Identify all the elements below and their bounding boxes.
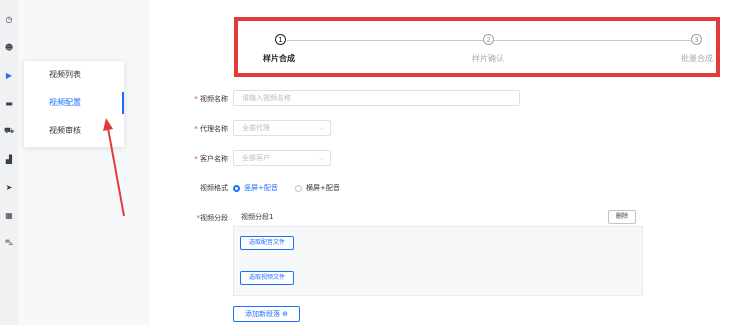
segment-title: 视频分段1 [241,213,274,221]
select-video-button[interactable]: 选取视频文件 [240,271,294,285]
send-icon[interactable]: ➤ [4,182,14,192]
step-connector-2 [494,40,691,41]
video-icon[interactable]: ▶ [4,70,14,80]
secondary-column [18,0,150,325]
bus-icon[interactable]: ⛍ [4,238,14,248]
factory-icon[interactable]: ▟ [4,154,14,164]
step-2-circle: 2 [483,34,494,45]
icon-rail: ◷ ☻ ▶ ▬ ⛟ ▟ ➤ ▦ ⛍ [0,0,19,325]
customer-select[interactable]: 全部客户 ⌵ [233,150,331,166]
briefcase-icon[interactable]: ▬ [4,98,14,108]
agent-name-label: * 代理名称 [194,125,228,133]
segment-header [233,206,643,227]
chevron-down-icon: ⌵ [318,154,324,162]
agent-select[interactable]: 全部代理 ⌵ [233,120,331,136]
cart-icon[interactable]: ⛟ [4,126,14,136]
step-3-label: 批量合成 [681,54,713,63]
user-icon[interactable]: ☻ [4,42,14,52]
calendar-icon[interactable]: ▦ [4,210,14,220]
step-1-circle: 1 [275,34,286,45]
step-3-circle: 3 [691,34,702,45]
radio-vertical[interactable]: 竖屏+配音 [233,183,278,193]
clock-icon[interactable]: ◷ [4,14,14,24]
video-name-label: * 视频名称 [194,95,228,103]
steps-highlight-box [234,17,720,77]
select-audio-button[interactable]: 选取配音文件 [240,236,294,250]
step-connector-1 [287,40,483,41]
delete-segment-button[interactable]: 删除 [608,210,636,224]
submenu-item-video-list[interactable]: 视频列表 [24,61,124,89]
chevron-down-icon: ⌵ [318,124,324,132]
submenu-item-video-config[interactable]: 视频配置 [24,89,124,117]
step-1-label: 样片合成 [263,54,295,63]
radio-horizontal[interactable]: 横屏+配音 [295,183,340,193]
video-format-label: 视频格式 [200,184,228,192]
video-name-input[interactable]: 请输入视频名称 [233,90,520,106]
video-segment-label: *视频分段 [196,214,229,222]
radio-dot [295,184,302,192]
add-paragraph-button[interactable]: 添加新段落 ⊕ [233,306,300,322]
radio-dot-selected [233,184,240,192]
annotation-arrow [103,118,125,217]
step-2-label: 样片确认 [472,54,504,63]
customer-name-label: * 客户名称 [194,155,228,163]
